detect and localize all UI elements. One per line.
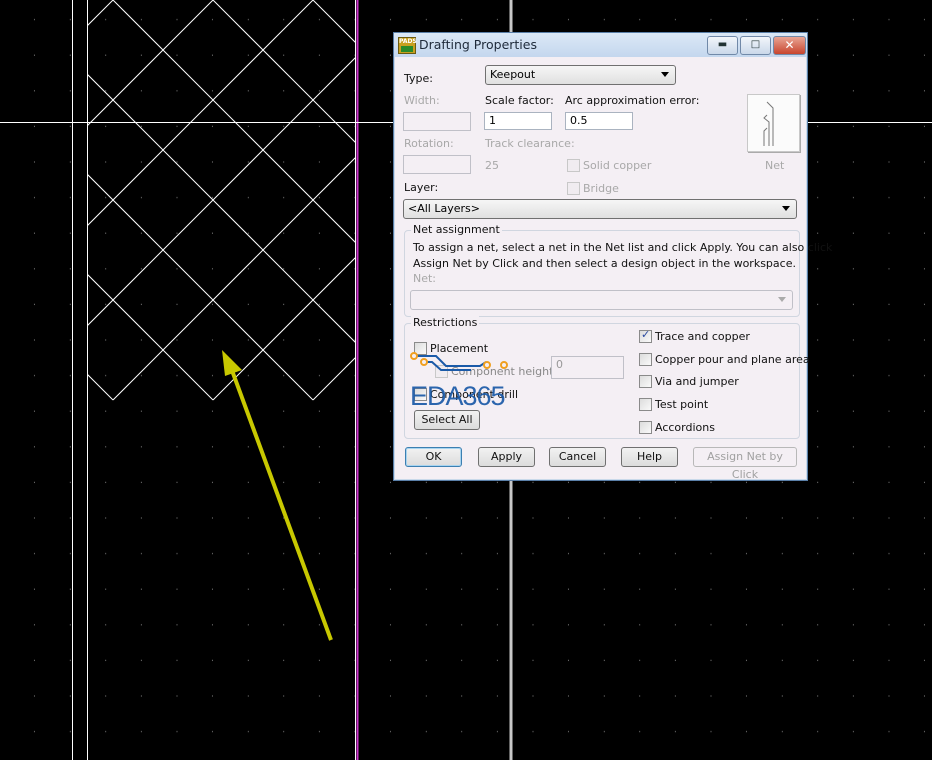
restrictions-group: Restrictions Placement Component height … [404, 316, 810, 439]
rotation-input[interactable] [403, 155, 471, 174]
net-label: Net: [413, 272, 437, 285]
bridge-label: Bridge [583, 182, 619, 195]
layer-label: Layer: [404, 181, 439, 194]
component-height-checkbox[interactable] [435, 365, 448, 378]
component-height-label: Component height [451, 365, 554, 378]
restriction-label: Trace and copper [655, 330, 750, 343]
track-clearance-label: Track clearance: [485, 137, 575, 150]
net-dropdown[interactable] [410, 290, 793, 310]
component-drill-label: Component drill [430, 388, 519, 401]
title-bar[interactable]: PADS Drafting Properties ▬ □ ✕ [394, 33, 807, 57]
scale-factor-label: Scale factor: [485, 94, 554, 107]
width-label: Width: [404, 94, 440, 107]
net-traces-icon [763, 101, 774, 146]
rotation-label: Rotation: [404, 137, 454, 150]
net-help-line1: To assign a net, select a net in the Net… [413, 241, 833, 254]
maximize-button[interactable]: □ [740, 36, 771, 55]
type-label: Type: [404, 72, 433, 85]
restriction-label: Copper pour and plane area [655, 352, 810, 366]
select-all-button[interactable]: Select All [414, 410, 480, 430]
chevron-down-icon [661, 72, 669, 77]
net-assignment-title: Net assignment [411, 223, 502, 236]
restriction-checkbox[interactable] [639, 398, 652, 412]
width-input[interactable] [403, 112, 471, 131]
scale-factor-input[interactable]: 1 [484, 112, 552, 130]
apply-button[interactable]: Apply [478, 447, 535, 467]
arc-error-label: Arc approximation error: [565, 94, 700, 107]
restriction-checkbox[interactable] [639, 375, 652, 389]
drafting-properties-dialog: PADS Drafting Properties ▬ □ ✕ Type: Kee… [393, 32, 832, 481]
layer-value: <All Layers> [408, 202, 480, 215]
minimize-button[interactable]: ▬ [707, 36, 738, 55]
track-clearance-value: 25 [485, 159, 499, 172]
component-drill-checkbox[interactable] [414, 388, 427, 401]
restriction-label: Accordions [655, 420, 715, 434]
chevron-down-icon [778, 297, 786, 302]
placement-label: Placement [430, 342, 489, 355]
net-assignment-group: Net assignment To assign a net, select a… [404, 223, 832, 317]
type-dropdown[interactable]: Keepout [485, 65, 676, 85]
assign-net-by-click-button[interactable]: Assign Net by Click [693, 447, 797, 481]
dialog-title: Drafting Properties [419, 37, 537, 52]
cancel-button[interactable]: Cancel [549, 447, 606, 467]
restriction-checkbox[interactable] [639, 420, 652, 434]
close-button[interactable]: ✕ [773, 36, 806, 55]
restrictions-title: Restrictions [411, 316, 480, 329]
solid-copper-checkbox[interactable] [567, 159, 580, 172]
type-value: Keepout [490, 68, 536, 81]
placement-checkbox[interactable] [414, 342, 427, 355]
arc-error-input[interactable]: 0.5 [565, 112, 633, 130]
component-height-input[interactable]: 0 [551, 356, 624, 379]
net-button-label: Net [765, 159, 785, 172]
pads-app-icon: PADS [398, 37, 417, 54]
restriction-checkbox[interactable]: ✓ [639, 328, 652, 343]
chevron-down-icon [782, 206, 790, 211]
net-help-line2: Assign Net by Click and then select a de… [413, 257, 796, 270]
restriction-label: Via and jumper [655, 375, 739, 389]
layer-dropdown[interactable]: <All Layers> [403, 199, 797, 219]
checkmark-icon: ✓ [641, 328, 651, 341]
net-button[interactable] [747, 94, 800, 152]
restriction-checkbox[interactable] [639, 352, 652, 366]
restriction-label: Test point [655, 398, 709, 412]
solid-copper-label: Solid copper [583, 159, 652, 172]
ok-button[interactable]: OK [405, 447, 462, 467]
help-button[interactable]: Help [621, 447, 678, 467]
bridge-checkbox[interactable] [567, 182, 580, 195]
